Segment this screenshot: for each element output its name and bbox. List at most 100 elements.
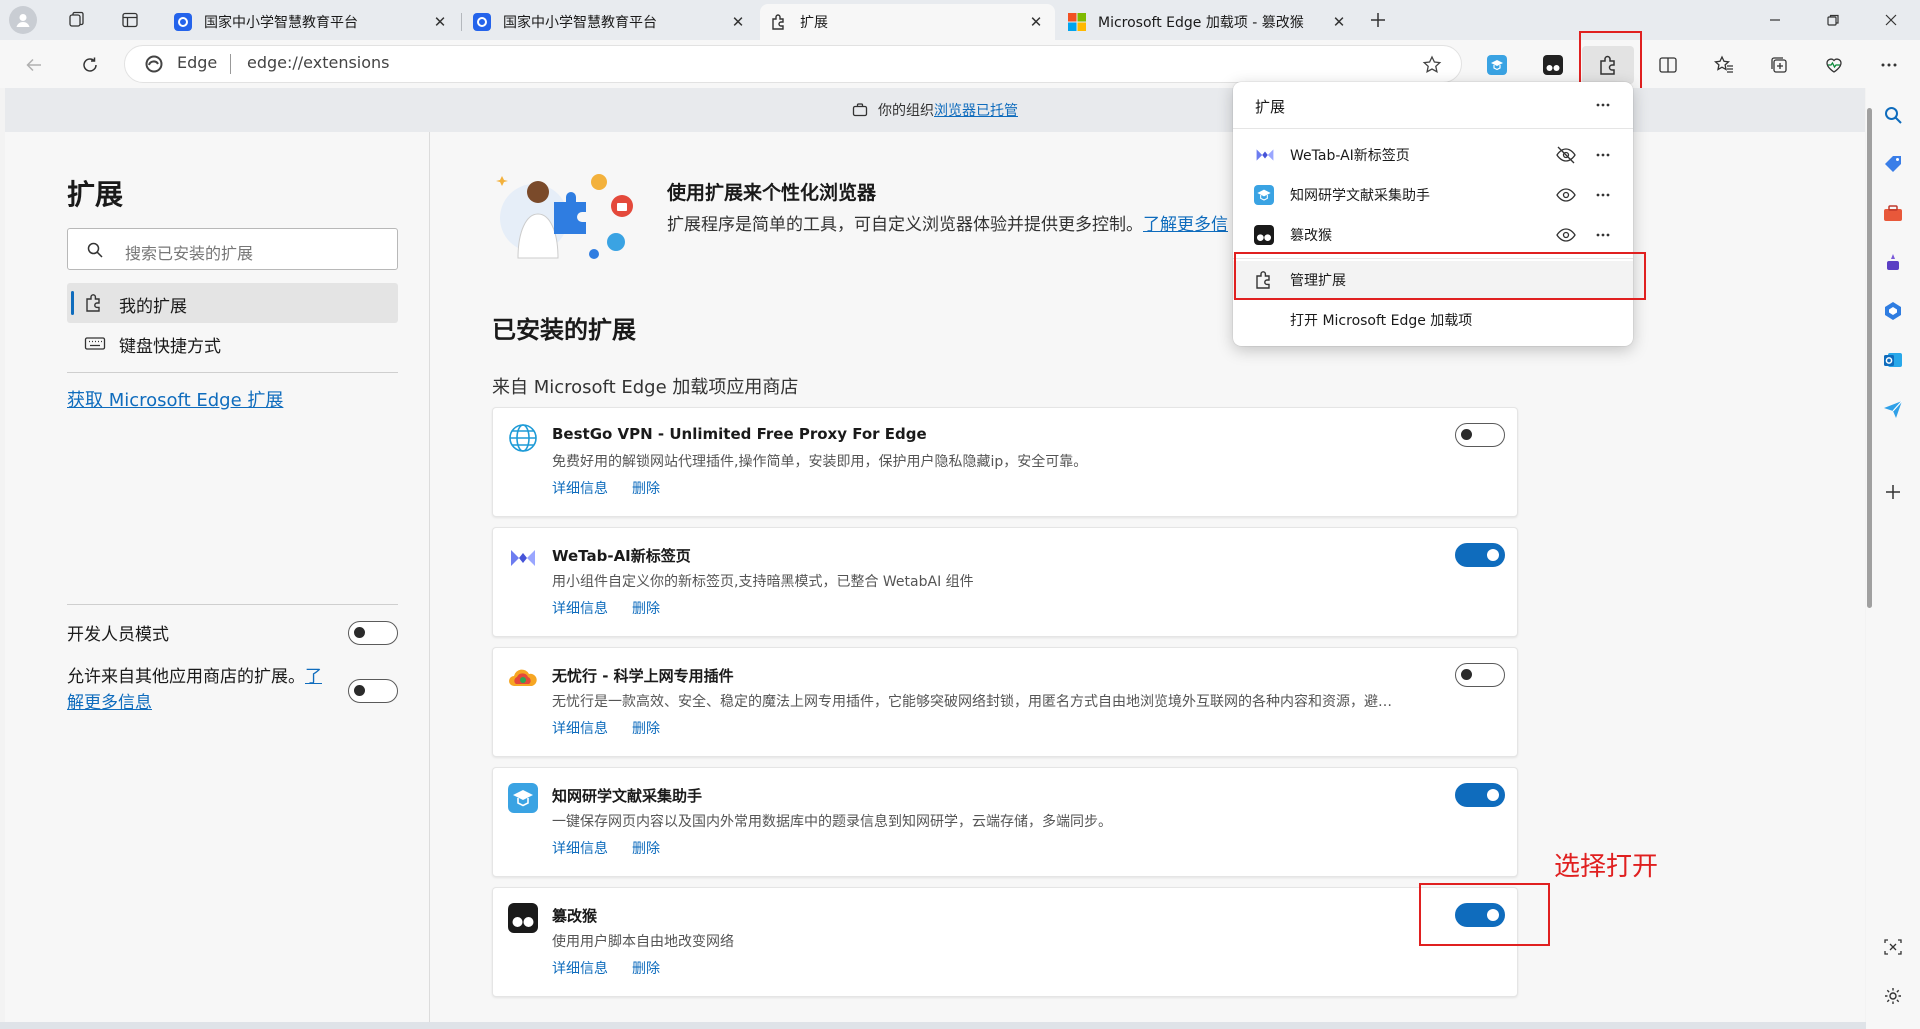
remove-link[interactable]: 删除 [632, 598, 660, 618]
settings-gear-icon[interactable] [1880, 983, 1906, 1009]
collections-icon[interactable] [1766, 52, 1792, 78]
managed-text: 你的组织 [878, 103, 934, 119]
toggle-highlight [1419, 883, 1550, 946]
tab-label: 国家中小学智慧教育平台 [204, 15, 358, 31]
close-tab-icon[interactable]: ✕ [729, 13, 747, 31]
extension-name: BestGo VPN - Unlimited Free Proxy For Ed… [552, 425, 927, 443]
tab-actions-icon[interactable] [117, 7, 143, 33]
extension-name: 无忧行 - 科学上网专用插件 [552, 667, 734, 685]
new-tab-icon[interactable] [1364, 6, 1392, 34]
extension-toggle[interactable] [1455, 663, 1505, 687]
minimize-icon[interactable] [1760, 6, 1790, 34]
item-more-icon[interactable] [1594, 146, 1612, 164]
item-more-icon[interactable] [1594, 226, 1612, 244]
popup-title: 扩展 [1255, 98, 1286, 116]
close-tab-icon[interactable]: ✕ [431, 13, 449, 31]
eye-icon[interactable] [1555, 185, 1577, 205]
tab-label: Microsoft Edge 加载项 - 篡改猴 [1098, 15, 1304, 31]
remove-link[interactable]: 删除 [632, 718, 660, 738]
send-icon[interactable] [1880, 396, 1906, 422]
split-screen-icon[interactable] [1655, 52, 1681, 78]
close-window-icon[interactable] [1876, 6, 1906, 34]
eye-hidden-icon[interactable] [1555, 145, 1577, 165]
tab-label: 国家中小学智慧教育平台 [503, 15, 657, 31]
scrollbar-thumb[interactable] [1867, 108, 1872, 608]
more-options-icon[interactable] [1876, 52, 1902, 78]
tab-edu-1[interactable]: 国家中小学智慧教育平台 ✕ [164, 4, 459, 40]
details-link[interactable]: 详细信息 [552, 718, 608, 738]
puzzle-icon [84, 293, 104, 313]
cloud-icon [508, 663, 538, 693]
learn-more-link[interactable]: 了 [305, 667, 322, 687]
extensions-popup: 扩展 WeTab-AI新标签页 知网研学文献采集助手 篡改猴 管理扩展 打开 M… [1233, 82, 1633, 346]
search-icon[interactable] [1880, 102, 1906, 128]
sidebar-item-label: 我的扩展 [119, 297, 187, 317]
close-tab-icon[interactable]: ✕ [1330, 13, 1348, 31]
get-extensions-link[interactable]: 获取 Microsoft Edge 扩展 [67, 386, 283, 412]
sidebar-title: 扩展 [67, 178, 124, 211]
remove-link[interactable]: 删除 [632, 838, 660, 858]
browser-essentials-icon[interactable] [1821, 52, 1847, 78]
microsoft365-icon[interactable] [1880, 298, 1906, 324]
cnki-icon [508, 783, 538, 813]
extension-name: 知网研学文献采集助手 [552, 787, 703, 805]
dev-mode-toggle[interactable] [348, 621, 398, 645]
details-link[interactable]: 详细信息 [552, 838, 608, 858]
cnki-icon [1254, 185, 1274, 205]
popup-item-cnki[interactable]: 知网研学文献采集助手 [1233, 176, 1633, 214]
managed-link[interactable]: 浏览器已托管 [934, 100, 1018, 120]
sidebar-item-my-extensions[interactable]: 我的扩展 [67, 283, 398, 323]
address-url[interactable]: edge://extensions [247, 53, 390, 72]
shopping-tag-icon[interactable] [1880, 151, 1906, 177]
remove-link[interactable]: 删除 [632, 958, 660, 978]
favorites-icon[interactable] [1711, 52, 1737, 78]
tab-edge-addons[interactable]: Microsoft Edge 加载项 - 篡改猴 ✕ [1058, 4, 1358, 40]
extension-toggle[interactable] [1455, 783, 1505, 807]
extension-toggle[interactable] [1455, 543, 1505, 567]
restore-icon[interactable] [1818, 6, 1848, 34]
profile-icon[interactable] [9, 6, 37, 34]
workspaces-icon[interactable] [64, 7, 90, 33]
details-link[interactable]: 详细信息 [552, 478, 608, 498]
tampermonkey-toolbar-icon[interactable] [1540, 52, 1566, 78]
remove-link[interactable]: 删除 [632, 478, 660, 498]
extension-card-wetab: WeTab-AI新标签页 用小组件自定义你的新标签页,支持暗黑模式，已整合 We… [492, 527, 1518, 637]
open-addons-store-label: 打开 Microsoft Edge 加载项 [1290, 313, 1473, 329]
eye-icon[interactable] [1555, 225, 1577, 245]
search-input[interactable]: 搜索已安装的扩展 [67, 228, 398, 270]
open-addons-store-item[interactable]: 打开 Microsoft Edge 加载项 [1233, 301, 1633, 339]
popup-item-label: 篡改猴 [1290, 228, 1332, 244]
selection-indicator [71, 291, 74, 315]
intro-title: 使用扩展来个性化浏览器 [667, 182, 877, 204]
sidebar-divider [67, 604, 398, 605]
cnki-toolbar-icon[interactable] [1484, 52, 1510, 78]
details-link[interactable]: 详细信息 [552, 958, 608, 978]
back-icon[interactable] [20, 51, 48, 79]
popup-more-icon[interactable] [1590, 92, 1616, 118]
details-link[interactable]: 详细信息 [552, 598, 608, 618]
games-icon[interactable] [1880, 249, 1906, 275]
extension-toggle[interactable] [1455, 423, 1505, 447]
allow-other-stores-toggle[interactable] [348, 679, 398, 703]
tab-divider [461, 13, 462, 31]
sidebar-item-keyboard-shortcuts[interactable]: 键盘快捷方式 [67, 323, 398, 363]
tab-edu-2[interactable]: 国家中小学智慧教育平台 ✕ [463, 4, 757, 40]
learn-more-intro-link[interactable]: 了解更多信 [1143, 215, 1228, 235]
add-sidebar-app-icon[interactable] [1880, 479, 1906, 505]
extensions-illustration [494, 168, 642, 268]
learn-more-link-continued[interactable]: 解更多信息 [67, 693, 152, 713]
microsoft-logo-icon [1068, 13, 1086, 31]
popup-item-label: 知网研学文献采集助手 [1290, 188, 1430, 204]
item-more-icon[interactable] [1594, 186, 1612, 204]
annotation-text: 选择打开 [1554, 852, 1659, 882]
favorite-star-icon[interactable] [1419, 52, 1445, 78]
popup-item-tampermonkey[interactable]: 篡改猴 [1233, 216, 1633, 254]
tools-icon[interactable] [1880, 200, 1906, 226]
outlook-icon[interactable] [1880, 347, 1906, 373]
refresh-icon[interactable] [76, 51, 104, 79]
edge-sidebar [1866, 88, 1920, 1029]
tab-extensions[interactable]: 扩展 ✕ [760, 4, 1055, 40]
popup-item-wetab[interactable]: WeTab-AI新标签页 [1233, 136, 1633, 174]
close-tab-icon[interactable]: ✕ [1027, 13, 1045, 31]
screenshot-icon[interactable] [1880, 934, 1906, 960]
